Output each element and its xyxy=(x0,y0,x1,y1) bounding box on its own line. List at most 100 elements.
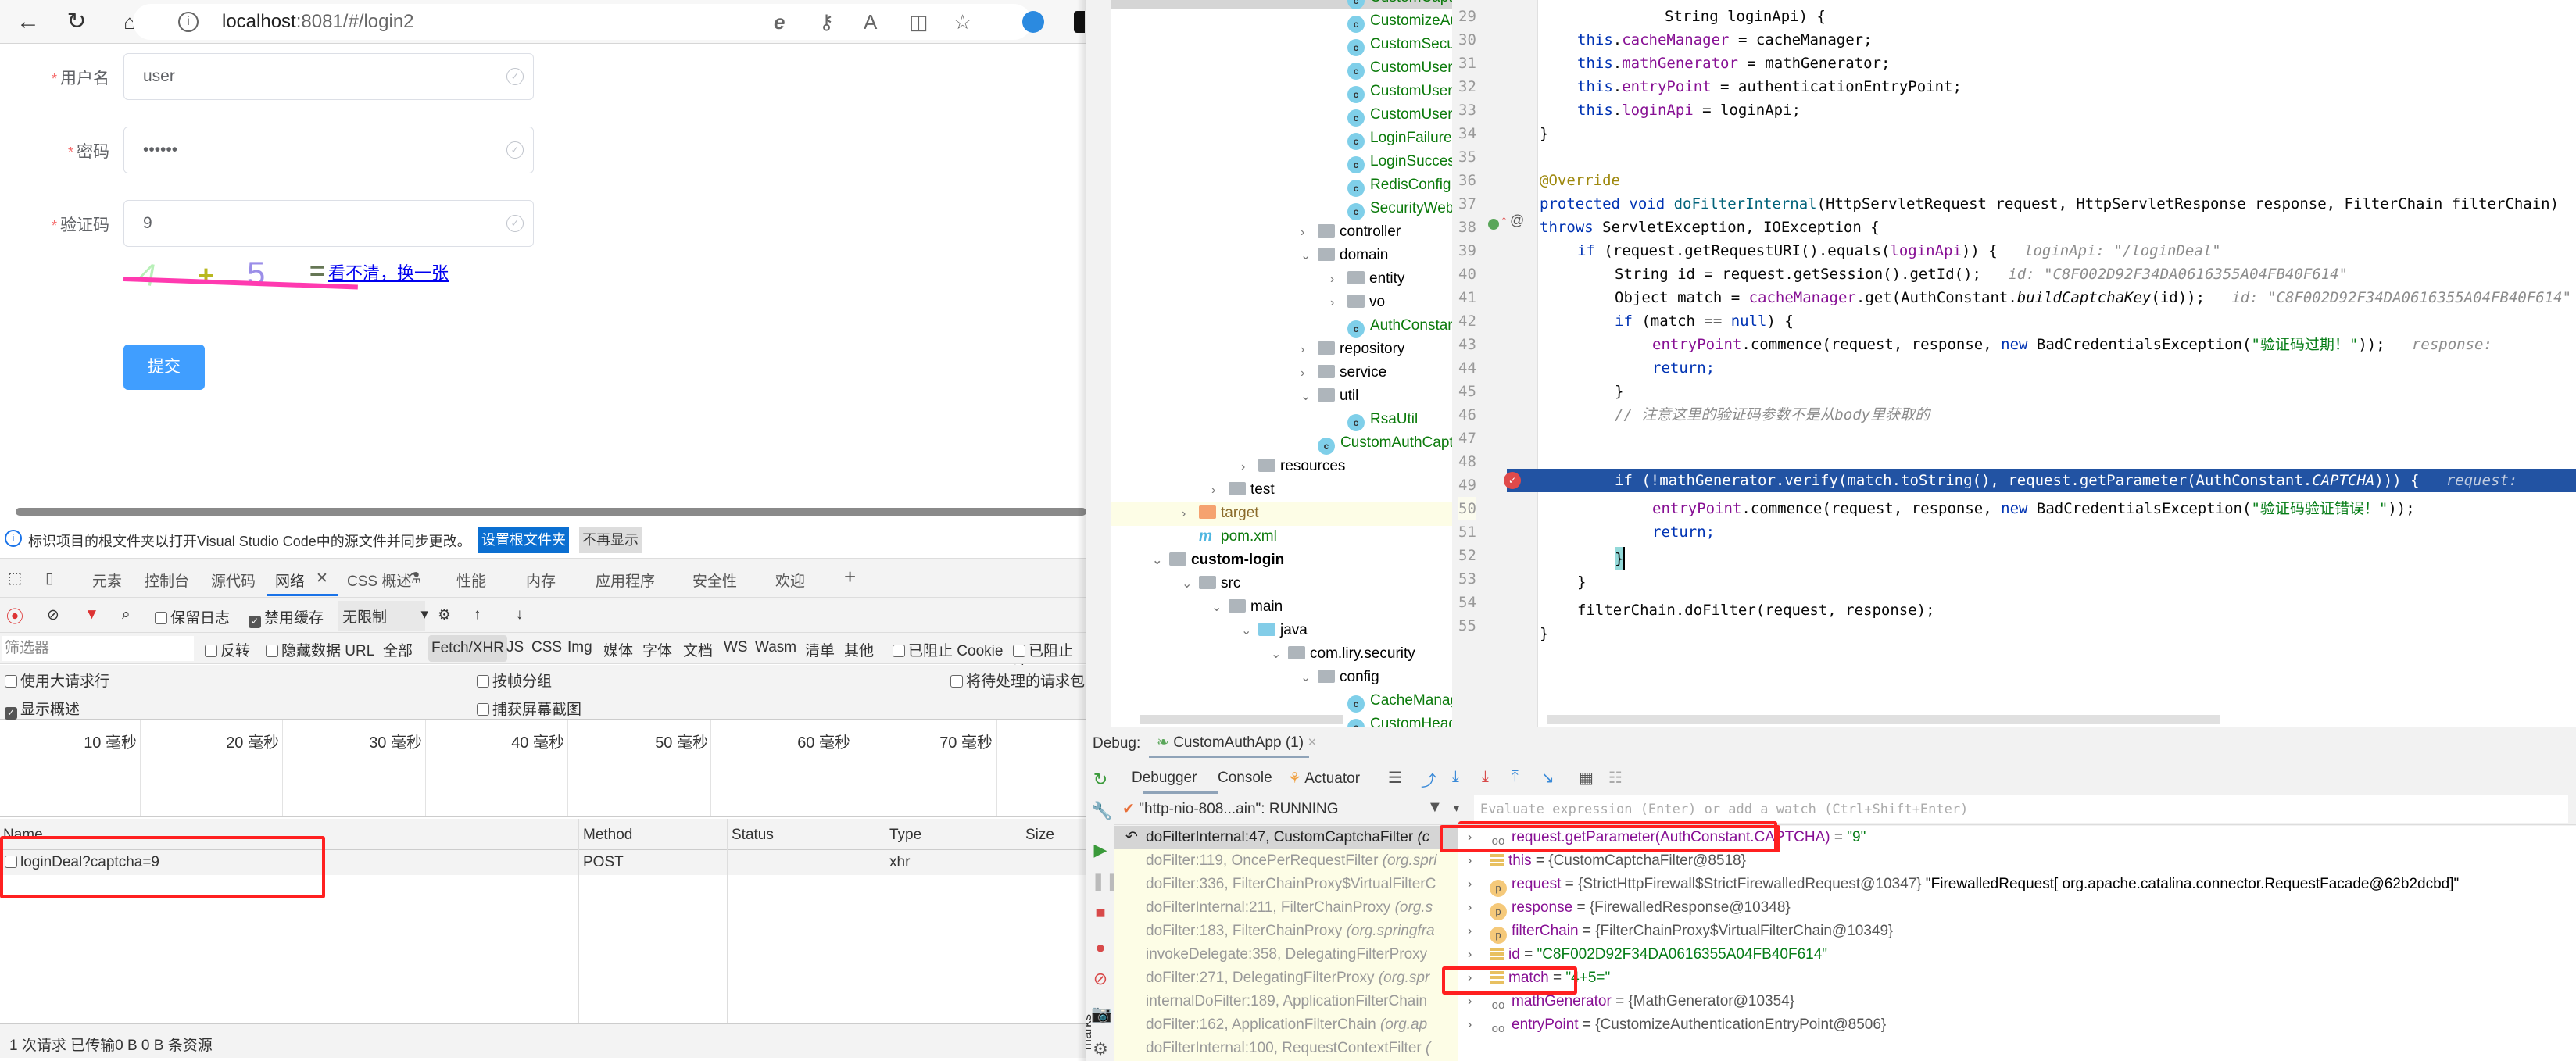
import-har-icon[interactable]: ↑ xyxy=(474,606,481,623)
line-number[interactable]: 53 xyxy=(1458,567,1476,591)
line-number[interactable]: 54 xyxy=(1458,591,1476,614)
line-number[interactable]: 40 xyxy=(1458,263,1476,286)
set-root-folder-button[interactable]: 设置根文件夹 xyxy=(478,527,569,553)
inspect-icon[interactable]: ⬚ xyxy=(8,570,22,588)
tree-node[interactable]: ⌄ domain xyxy=(1301,244,1388,267)
pending-requests-checkbox[interactable]: 将待处理的请求包 xyxy=(950,670,1085,691)
pause-icon[interactable]: ❚❚ xyxy=(1091,871,1120,891)
force-step-into-icon[interactable]: ⤓ xyxy=(1482,768,1489,786)
line-number[interactable]: 39 xyxy=(1458,239,1476,263)
chevron-right-icon[interactable]: › xyxy=(1468,873,1472,896)
line-number[interactable]: 36 xyxy=(1458,169,1476,192)
filter-type-all[interactable]: 全部 xyxy=(383,639,413,660)
column-divider[interactable] xyxy=(885,819,886,1023)
close-tab-icon[interactable]: ✕ xyxy=(316,570,328,588)
tree-node[interactable]: › service xyxy=(1301,361,1386,384)
read-aloud-icon[interactable]: A xyxy=(864,10,877,34)
tree-node[interactable]: › resources xyxy=(1241,455,1345,478)
variable-row[interactable]: › oo entryPoint = {CustomizeAuthentication… xyxy=(1458,1013,1886,1037)
filter-type-manifest[interactable]: 清单 xyxy=(805,639,835,660)
chevron-right-icon[interactable]: › xyxy=(1211,479,1229,502)
stack-frame[interactable]: doFilter:336, FilterChainProxy$VirtualFi… xyxy=(1114,873,1458,896)
variable-row[interactable]: › p filterChain = {FilterChainProxy$Virtua… xyxy=(1458,920,1893,944)
bookmarks-tool-label[interactable]: marks xyxy=(1086,1014,1095,1050)
line-number[interactable]: 38 xyxy=(1458,216,1476,239)
tree-node[interactable]: › entity xyxy=(1330,267,1404,291)
tree-node[interactable]: ⌄ main xyxy=(1211,595,1283,619)
tab-sources[interactable]: 源代码 xyxy=(211,570,256,591)
captcha-image[interactable]: 4 + 5 = xyxy=(123,255,358,297)
tree-node[interactable]: c RedisConfig xyxy=(1330,173,1451,197)
tree-node[interactable]: c RsaUtil xyxy=(1330,408,1418,431)
tree-node[interactable]: c SecurityWebConfig xyxy=(1330,197,1452,220)
page-horizontal-scrollbar[interactable] xyxy=(0,506,1086,517)
close-icon[interactable]: × xyxy=(1304,734,1316,751)
line-number[interactable]: 34 xyxy=(1458,122,1476,145)
tab-memory[interactable]: 内存 xyxy=(526,570,556,591)
trace-icon[interactable]: ☷ xyxy=(1608,768,1623,788)
line-number[interactable]: 47 xyxy=(1458,427,1476,450)
tree-node[interactable]: c CustomAuthCaptchaApp xyxy=(1301,431,1452,455)
variable-row[interactable]: › p response = {FirewalledResponse@10348} xyxy=(1458,896,1791,920)
resume-icon[interactable]: ▶ xyxy=(1091,840,1110,860)
tree-horizontal-scrollbar[interactable] xyxy=(1140,715,1343,724)
chevron-right-icon[interactable]: › xyxy=(1330,268,1347,291)
stack-frame[interactable]: internalDoFilter:189, ApplicationFilterC… xyxy=(1114,990,1458,1013)
filter-type-font[interactable]: 字体 xyxy=(642,639,672,660)
chevron-down-icon[interactable]: ⌄ xyxy=(1271,643,1288,666)
chevron-down-icon[interactable]: ⌄ xyxy=(1182,573,1199,596)
chevron-right-icon[interactable]: › xyxy=(1301,362,1318,385)
stack-frame[interactable]: doFilter:162, ApplicationFilterChain (or… xyxy=(1114,1013,1458,1037)
implements-marker-icon[interactable] xyxy=(1488,219,1499,230)
line-number[interactable]: 55 xyxy=(1458,614,1476,638)
line-number[interactable]: 30 xyxy=(1458,28,1476,52)
address-bar[interactable]: i localhost:8081/#/login2 e ⚷ A ◫ ☆ xyxy=(133,4,1032,40)
invert-checkbox[interactable]: 反转 xyxy=(205,639,250,660)
tree-node[interactable]: c LoginFailureHandler xyxy=(1330,127,1452,150)
filter-type-other[interactable]: 其他 xyxy=(844,639,874,660)
filter-type-js[interactable]: JS xyxy=(506,639,524,656)
chevron-right-icon[interactable]: › xyxy=(1241,455,1258,479)
stack-frame[interactable]: doFilter:183, FilterChainProxy (org.spri… xyxy=(1114,920,1458,943)
column-method[interactable]: Method xyxy=(583,827,632,844)
line-number[interactable]: 35 xyxy=(1458,145,1476,169)
tree-node[interactable]: c CustomUser xyxy=(1330,56,1452,80)
override-arrow-icon[interactable]: ↑ xyxy=(1501,213,1508,229)
tab-welcome[interactable]: 欢迎 xyxy=(775,570,805,591)
clear-icon[interactable]: ⊘ xyxy=(47,606,59,624)
line-number[interactable]: 41 xyxy=(1458,286,1476,309)
rerun-icon[interactable]: ↻ xyxy=(1091,770,1110,790)
step-out-icon[interactable]: ⤒ xyxy=(1512,768,1519,786)
tree-node[interactable]: c CustomUserServiceIm xyxy=(1330,103,1452,127)
submit-button[interactable]: 提交 xyxy=(123,345,205,390)
annotation-marker-icon[interactable]: @ xyxy=(1510,213,1524,229)
filter-type-img[interactable]: Img xyxy=(567,639,592,656)
filter-icon[interactable]: ▼ xyxy=(84,606,99,623)
tree-node[interactable]: c CustomSecurityConte xyxy=(1330,33,1452,56)
split-screen-icon[interactable]: ◫ xyxy=(909,10,928,34)
column-divider[interactable] xyxy=(727,819,728,1023)
breakpoint-icon[interactable]: ✓ xyxy=(1504,472,1521,489)
filter-type-fetch-xhr[interactable]: Fetch/XHR xyxy=(428,635,507,662)
editor-gutter[interactable]: 29 30 31 32 33 34 35 36 37 38 39 40 41 42 43 44 45 46 47 48… xyxy=(1452,0,1538,727)
tree-node[interactable]: c CustomUsernamePas xyxy=(1330,80,1452,103)
show-execution-point-icon[interactable]: ⤴ xyxy=(1421,768,1436,791)
chevron-right-icon[interactable]: › xyxy=(1301,221,1318,245)
step-over-icon[interactable]: ⤓ xyxy=(1452,768,1459,786)
filter-icon[interactable]: ▼ xyxy=(1427,798,1443,816)
line-number[interactable]: 51 xyxy=(1458,520,1476,544)
debug-session-tab[interactable]: ❧ CustomAuthApp (1) × xyxy=(1157,734,1316,752)
site-info-icon[interactable]: i xyxy=(178,12,199,32)
large-rows-checkbox[interactable]: 使用大请求行 xyxy=(5,670,109,691)
filter-type-css[interactable]: CSS xyxy=(531,639,562,656)
line-number[interactable]: 31 xyxy=(1458,52,1476,75)
tree-node[interactable]: m pom.xml xyxy=(1182,525,1277,548)
tab-actuator[interactable]: ⚘ Actuator xyxy=(1288,770,1360,788)
chevron-down-icon[interactable]: ⌄ xyxy=(1301,245,1318,268)
capture-screenshots-checkbox[interactable]: 捕获屏幕截图 xyxy=(477,698,581,719)
code-editor[interactable]: String loginApi) { this.cacheManager = c… xyxy=(1538,0,2576,727)
network-overview-timeline[interactable]: 10 毫秒 20 毫秒 30 毫秒 40 毫秒 50 毫秒 60 毫秒 70 毫… xyxy=(0,720,1086,817)
line-number[interactable]: 43 xyxy=(1458,333,1476,356)
tree-node[interactable]: ⌄ config xyxy=(1301,666,1379,689)
stack-frame[interactable]: doFilterInternal:211, FilterChainProxy (… xyxy=(1114,896,1458,920)
